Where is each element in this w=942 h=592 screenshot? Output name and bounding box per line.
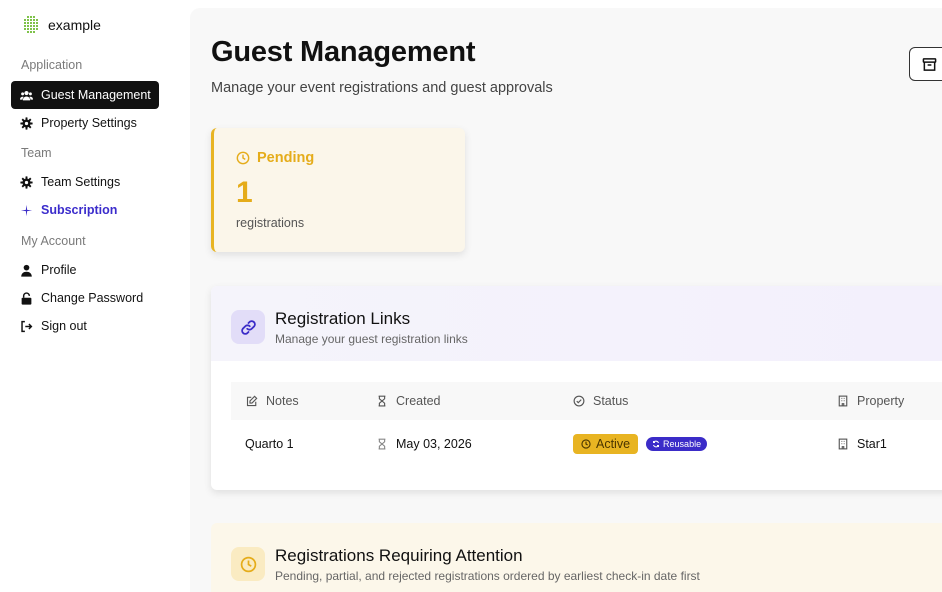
cell-notes: Quarto 1	[245, 437, 294, 451]
column-header-status[interactable]: Status	[573, 382, 628, 420]
brand-name: example	[48, 17, 101, 33]
sidebar: example Application Guest Management Pro…	[0, 0, 190, 592]
sidebar-item-label: Property Settings	[41, 116, 137, 130]
page-subtitle: Manage your event registrations and gues…	[211, 80, 553, 96]
refresh-icon	[653, 440, 660, 448]
reusable-label: Reusable	[663, 439, 702, 449]
status-badge: Active	[573, 434, 639, 454]
sign-out-icon	[21, 320, 33, 332]
sidebar-item-label: Subscription	[41, 203, 118, 217]
user-icon	[21, 264, 32, 277]
column-label: Created	[396, 394, 441, 408]
sidebar-item-label: Profile	[41, 263, 77, 277]
property-name: Star1	[857, 437, 887, 451]
attention-subtitle: Pending, partial, and rejected registrat…	[275, 569, 700, 583]
main-content: Guest Management Manage your event regis…	[190, 8, 942, 592]
sidebar-item-team-settings[interactable]: Team Settings	[11, 168, 159, 196]
section-label-team: Team	[21, 146, 52, 160]
hourglass-icon	[378, 438, 386, 450]
column-header-notes[interactable]: Notes	[246, 382, 299, 420]
link-icon-box	[231, 310, 265, 344]
pending-title: Pending	[257, 150, 315, 166]
column-label: Status	[593, 394, 629, 408]
cell-created: May 03, 2026	[376, 420, 472, 468]
registration-links-header: Registration Links Manage your guest reg…	[211, 286, 942, 361]
building-icon	[838, 438, 848, 450]
gear-icon	[20, 116, 33, 130]
attention-card: Registrations Requiring Attention Pendin…	[211, 523, 942, 592]
column-header-property[interactable]: Property	[837, 382, 904, 420]
registration-links-title: Registration Links	[275, 309, 411, 328]
sidebar-item-sign-out[interactable]: Sign out	[11, 312, 159, 340]
archive-button[interactable]	[909, 47, 942, 81]
attention-title: Registrations Requiring Attention	[275, 546, 523, 565]
sidebar-item-property-settings[interactable]: Property Settings	[11, 109, 159, 137]
archive-icon	[922, 57, 936, 71]
registration-links-subtitle: Manage your guest registration links	[275, 332, 468, 346]
check-circle-icon	[573, 395, 585, 407]
sidebar-item-label: Sign out	[41, 319, 87, 333]
sidebar-item-label: Change Password	[41, 291, 144, 305]
brand[interactable]: example	[24, 16, 101, 34]
reusable-badge: Reusable	[646, 437, 708, 451]
pending-card[interactable]: Pending 1 registrations	[211, 128, 465, 252]
clock-icon	[581, 439, 591, 449]
table-row[interactable]: Quarto 1 May 03, 2026 Active Reusable St…	[231, 420, 942, 468]
sidebar-item-label: Guest Management	[41, 88, 151, 102]
status-label: Active	[596, 437, 631, 451]
pending-header: Pending	[236, 150, 314, 166]
table-header: Notes Created Status Property	[231, 382, 942, 420]
sidebar-item-change-password[interactable]: Change Password	[11, 284, 159, 312]
column-label: Property	[857, 394, 905, 408]
users-icon	[20, 90, 33, 100]
hourglass-icon	[378, 395, 386, 407]
sidebar-item-profile[interactable]: Profile	[11, 256, 159, 284]
edit-icon	[246, 395, 258, 407]
pending-count: 1	[236, 176, 253, 209]
building-icon	[838, 395, 848, 407]
sidebar-item-label: Team Settings	[41, 175, 121, 189]
clock-icon	[240, 556, 256, 572]
attention-icon-box	[231, 547, 265, 581]
grid-logo-icon	[24, 16, 38, 33]
section-label-application: Application	[21, 58, 83, 72]
sidebar-item-guest-management[interactable]: Guest Management	[11, 81, 159, 109]
column-header-created[interactable]: Created	[376, 382, 440, 420]
sidebar-item-subscription[interactable]: Subscription	[11, 196, 159, 224]
page-title: Guest Management	[211, 36, 476, 68]
cell-property: Star1	[837, 420, 887, 468]
gear-icon	[20, 175, 33, 189]
created-date: May 03, 2026	[396, 437, 472, 451]
cell-status: Active Reusable	[573, 420, 708, 468]
column-label: Notes	[266, 394, 299, 408]
section-label-my-account: My Account	[21, 234, 86, 248]
lock-icon	[21, 291, 32, 305]
link-icon	[240, 319, 256, 335]
registration-links-card: Registration Links Manage your guest reg…	[211, 286, 942, 490]
sparkle-icon	[20, 204, 33, 216]
pending-unit: registrations	[236, 216, 305, 230]
clock-icon	[236, 151, 250, 165]
